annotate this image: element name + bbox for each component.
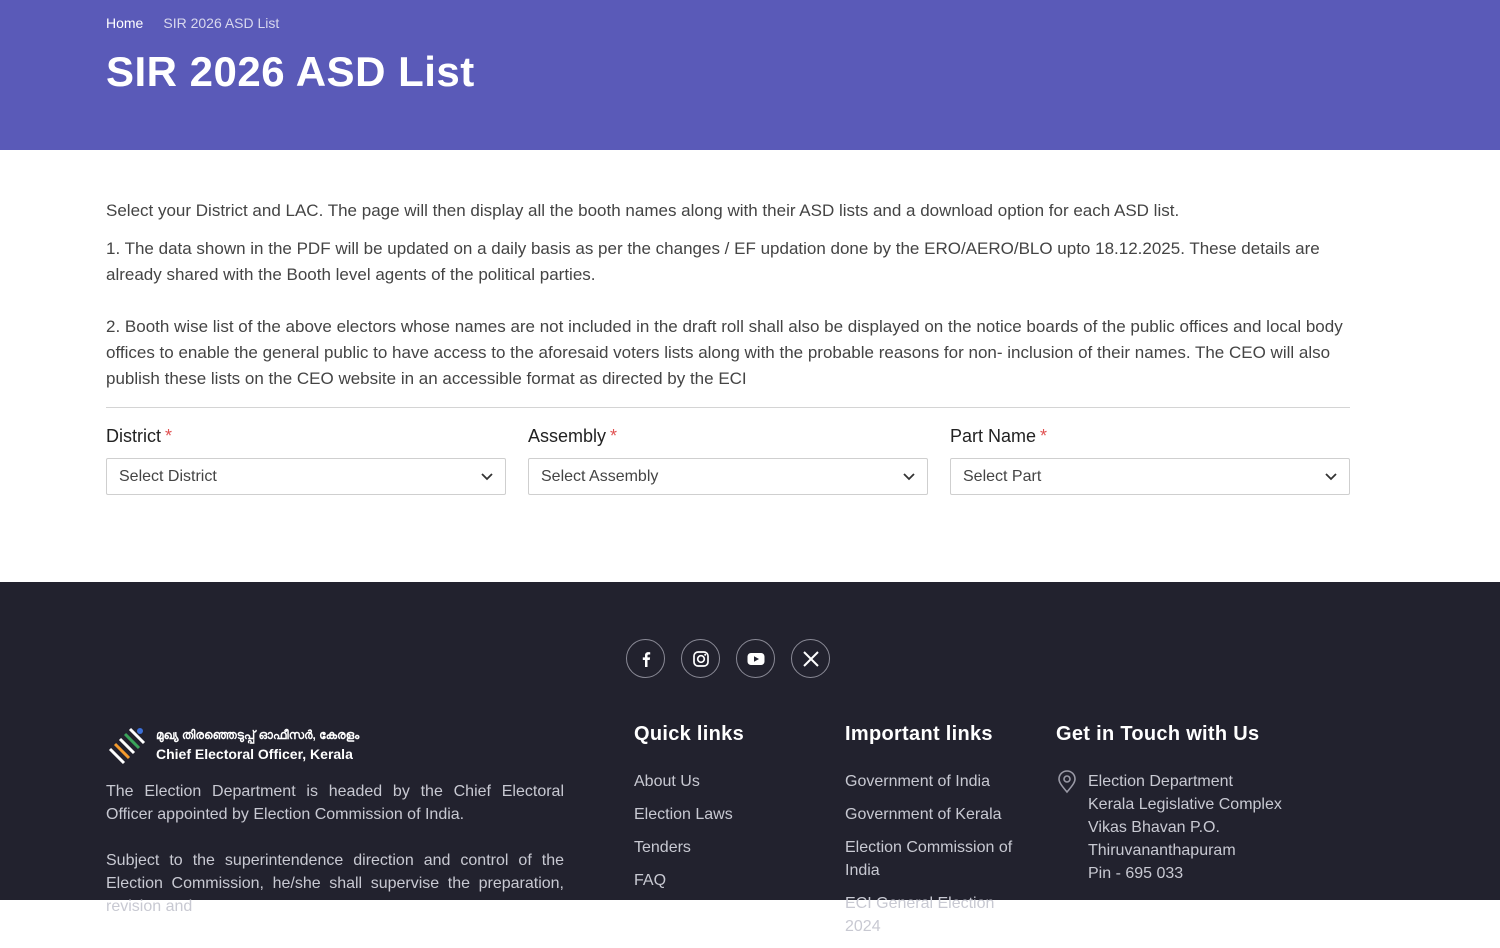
- quick-links-column: Quick links About Us Election Laws Tende…: [634, 723, 744, 902]
- district-label: District: [106, 426, 161, 446]
- breadcrumb: Home SIR 2026 ASD List: [106, 15, 279, 31]
- ballot-logo-icon: [108, 727, 146, 765]
- page-title: SIR 2026 ASD List: [106, 48, 475, 95]
- important-link-gok[interactable]: Government of Kerala: [845, 803, 1025, 826]
- contact-title: Get in Touch with Us: [1056, 723, 1260, 745]
- assembly-label: Assembly: [528, 426, 607, 446]
- quick-links-title: Quick links: [634, 723, 745, 745]
- breadcrumb-home-link[interactable]: Home: [106, 15, 143, 31]
- quick-link-about-us[interactable]: About Us: [634, 770, 744, 793]
- important-link-eci[interactable]: Election Commission of India: [845, 836, 1025, 882]
- assembly-select[interactable]: Select Assembly: [528, 458, 928, 495]
- chevron-down-icon: [481, 472, 493, 481]
- important-links-column: Important links Government of India Gove…: [845, 723, 1025, 948]
- about-paragraph-2: Subject to the superintendence direction…: [106, 852, 564, 915]
- location-pin-icon: [1058, 770, 1076, 794]
- about-paragraph-1: The Election Department is headed by the…: [106, 783, 564, 823]
- note-1: 1. The data shown in the PDF will be upd…: [106, 239, 1320, 284]
- footer-about: The Election Department is headed by the…: [106, 780, 564, 918]
- important-links-title: Important links: [845, 723, 993, 745]
- logo-text-english: Chief Electoral Officer, Kerala: [156, 746, 353, 762]
- address-line: Vikas Bhavan P.O.: [1088, 819, 1220, 836]
- site-footer: മുഖ്യ തിരഞ്ഞെടുപ്പ് ഓഫീസർ, കേരളം Chief E…: [0, 582, 1500, 935]
- part-field: Part Name * Select Part: [950, 426, 1350, 495]
- assembly-field: Assembly * Select Assembly: [528, 426, 928, 495]
- address-line: Thiruvananthapuram: [1088, 842, 1236, 859]
- page-header: Home SIR 2026 ASD List SIR 2026 ASD List: [0, 0, 1500, 150]
- divider: [106, 407, 1350, 408]
- intro-text: Select your District and LAC. The page w…: [106, 201, 1180, 220]
- breadcrumb-current: SIR 2026 ASD List: [163, 15, 280, 31]
- important-link-goi[interactable]: Government of India: [845, 770, 1025, 793]
- required-asterisk: *: [1040, 426, 1048, 446]
- facebook-icon[interactable]: [626, 639, 665, 678]
- assembly-select-value: Select Assembly: [541, 467, 659, 485]
- part-select-value: Select Part: [963, 467, 1042, 485]
- address-line: Kerala Legislative Complex: [1088, 796, 1282, 813]
- district-select-value: Select District: [119, 467, 217, 485]
- chevron-down-icon: [903, 472, 915, 481]
- part-select[interactable]: Select Part: [950, 458, 1350, 495]
- address-line: Pin - 695 033: [1088, 865, 1184, 882]
- note-2: 2. Booth wise list of the above electors…: [106, 317, 1343, 388]
- quick-link-election-laws[interactable]: Election Laws: [634, 803, 744, 826]
- district-select[interactable]: Select District: [106, 458, 506, 495]
- address-line: Election Department: [1088, 773, 1233, 790]
- important-link-eci-ge-2024[interactable]: ECI General Election 2024: [845, 892, 1025, 938]
- youtube-icon[interactable]: [736, 639, 775, 678]
- logo-text-malayalam: മുഖ്യ തിരഞ്ഞെടുപ്പ് ഓഫീസർ, കേരളം: [156, 728, 360, 742]
- quick-link-tenders[interactable]: Tenders: [634, 836, 744, 859]
- social-links: [626, 639, 830, 678]
- contact-column: Get in Touch with Us Election Department…: [1056, 723, 1282, 885]
- instagram-icon[interactable]: [681, 639, 720, 678]
- footer-logo[interactable]: മുഖ്യ തിരഞ്ഞെടുപ്പ് ഓഫീസർ, കേരളം Chief E…: [106, 725, 359, 765]
- required-asterisk: *: [165, 426, 173, 446]
- required-asterisk: *: [610, 426, 618, 446]
- contact-address: Election Department Kerala Legislative C…: [1088, 770, 1282, 885]
- quick-link-faq[interactable]: FAQ: [634, 869, 744, 892]
- part-label: Part Name: [950, 426, 1037, 446]
- chevron-down-icon: [1325, 472, 1337, 481]
- district-field: District * Select District: [106, 426, 506, 495]
- x-icon[interactable]: [791, 639, 830, 678]
